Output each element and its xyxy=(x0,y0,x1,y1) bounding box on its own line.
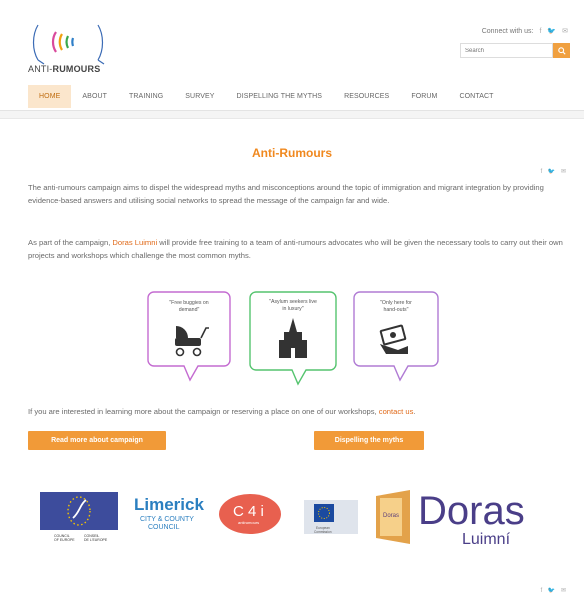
contact-paragraph: If you are interested in learning more a… xyxy=(28,407,416,416)
myth-bubble-buggies: "Free buggies on demand" xyxy=(147,291,231,382)
page-title: Anti-Rumours xyxy=(252,146,332,160)
email-icon[interactable]: ✉ xyxy=(562,27,568,35)
intro-paragraph: The anti-rumours campaign aims to dispel… xyxy=(28,183,544,205)
svg-text:Limerick: Limerick xyxy=(134,495,204,514)
svg-text:antirumours: antirumours xyxy=(238,520,259,525)
nav-forum[interactable]: FORUM xyxy=(400,85,448,108)
money-hand-icon xyxy=(379,324,408,354)
search-button[interactable] xyxy=(553,43,570,58)
search-box xyxy=(460,43,570,58)
header-band xyxy=(0,111,584,119)
facebook-icon[interactable]: f xyxy=(540,588,544,594)
svg-text:CITY & COUNTY: CITY & COUNTY xyxy=(140,516,194,523)
svg-text:"Asylum seekers live: "Asylum seekers live xyxy=(269,299,317,305)
svg-text:in luxury": in luxury" xyxy=(282,306,303,312)
nav-survey[interactable]: SURVEY xyxy=(174,85,225,108)
nav-dispelling-the-myths[interactable]: DISPELLING THE MYTHS xyxy=(226,85,334,108)
svg-text:"Only here for: "Only here for xyxy=(380,300,412,306)
limerick-council-logo[interactable]: Limerick CITY & COUNTY COUNCIL xyxy=(134,495,204,531)
twitter-icon[interactable]: 🐦 xyxy=(548,169,557,175)
svg-text:Doras: Doras xyxy=(383,513,399,519)
svg-text:"Free buggies on: "Free buggies on xyxy=(169,300,208,306)
facebook-icon[interactable]: f xyxy=(540,169,544,175)
nav-resources[interactable]: RESOURCES xyxy=(333,85,400,108)
partner-logos: COUNCIL OF EUROPE CONSEIL DE L'EUROPE Li… xyxy=(40,489,525,548)
contact-us-link[interactable]: contact us xyxy=(379,407,414,416)
dispelling-myths-button[interactable]: Dispelling the myths xyxy=(314,431,424,450)
connect-with-us: Connect with us: f 🐦 ✉ xyxy=(481,27,568,36)
nav-about[interactable]: ABOUT xyxy=(71,85,118,108)
nav-home[interactable]: HOME xyxy=(28,85,72,108)
training-paragraph: As part of the campaign, Doras Luimni wi… xyxy=(28,238,563,260)
svg-text:OF EUROPE: OF EUROPE xyxy=(54,538,75,542)
svg-text:COUNCIL: COUNCIL xyxy=(148,524,180,531)
myth-bubbles-illustration: "Free buggies on demand" "Asylum seekers… xyxy=(147,291,439,386)
svg-text:demand": demand" xyxy=(179,307,200,313)
share-icons-bottom: f 🐦 ✉ xyxy=(540,587,568,594)
doras-luimni-link[interactable]: Doras Luimni xyxy=(112,238,157,247)
email-icon[interactable]: ✉ xyxy=(561,588,568,594)
twitter-icon[interactable]: 🐦 xyxy=(547,27,556,35)
nav-training[interactable]: TRAINING xyxy=(118,85,174,108)
svg-text:Luimní: Luimní xyxy=(462,531,511,548)
doras-luimni-logo[interactable]: Doras Doras Luimní xyxy=(376,489,525,548)
connect-label: Connect with us: xyxy=(481,27,534,35)
myth-bubble-luxury: "Asylum seekers live in luxury" xyxy=(249,291,337,386)
svg-text:Doras: Doras xyxy=(418,489,525,533)
svg-text:Commission: Commission xyxy=(314,530,332,534)
site-header: ANTI-RUMOURS Connect with us: f 🐦 ✉ HOME… xyxy=(0,0,584,120)
myth-bubble-handouts: "Only here for hand-outs" xyxy=(353,291,439,382)
email-icon[interactable]: ✉ xyxy=(561,169,568,175)
share-icons-top: f 🐦 ✉ xyxy=(540,168,568,175)
c4i-logo[interactable]: C 4 i antirumours xyxy=(219,494,281,534)
svg-text:hand-outs": hand-outs" xyxy=(384,307,409,313)
facebook-icon[interactable]: f xyxy=(539,28,541,35)
search-input[interactable] xyxy=(460,43,553,58)
european-commission-logo[interactable]: European Commission xyxy=(304,500,358,534)
svg-text:DE L'EUROPE: DE L'EUROPE xyxy=(84,538,108,542)
main-nav: HOME ABOUT TRAINING SURVEY DISPELLING TH… xyxy=(28,85,505,108)
council-of-europe-logo[interactable]: COUNCIL OF EUROPE CONSEIL DE L'EUROPE xyxy=(40,492,118,542)
read-more-button[interactable]: Read more about campaign xyxy=(28,431,166,450)
logo-wordmark: ANTI-RUMOURS xyxy=(28,64,101,74)
nav-contact[interactable]: CONTACT xyxy=(448,85,504,108)
twitter-icon[interactable]: 🐦 xyxy=(548,588,557,594)
search-icon xyxy=(557,46,566,55)
svg-text:C 4 i: C 4 i xyxy=(233,503,264,520)
